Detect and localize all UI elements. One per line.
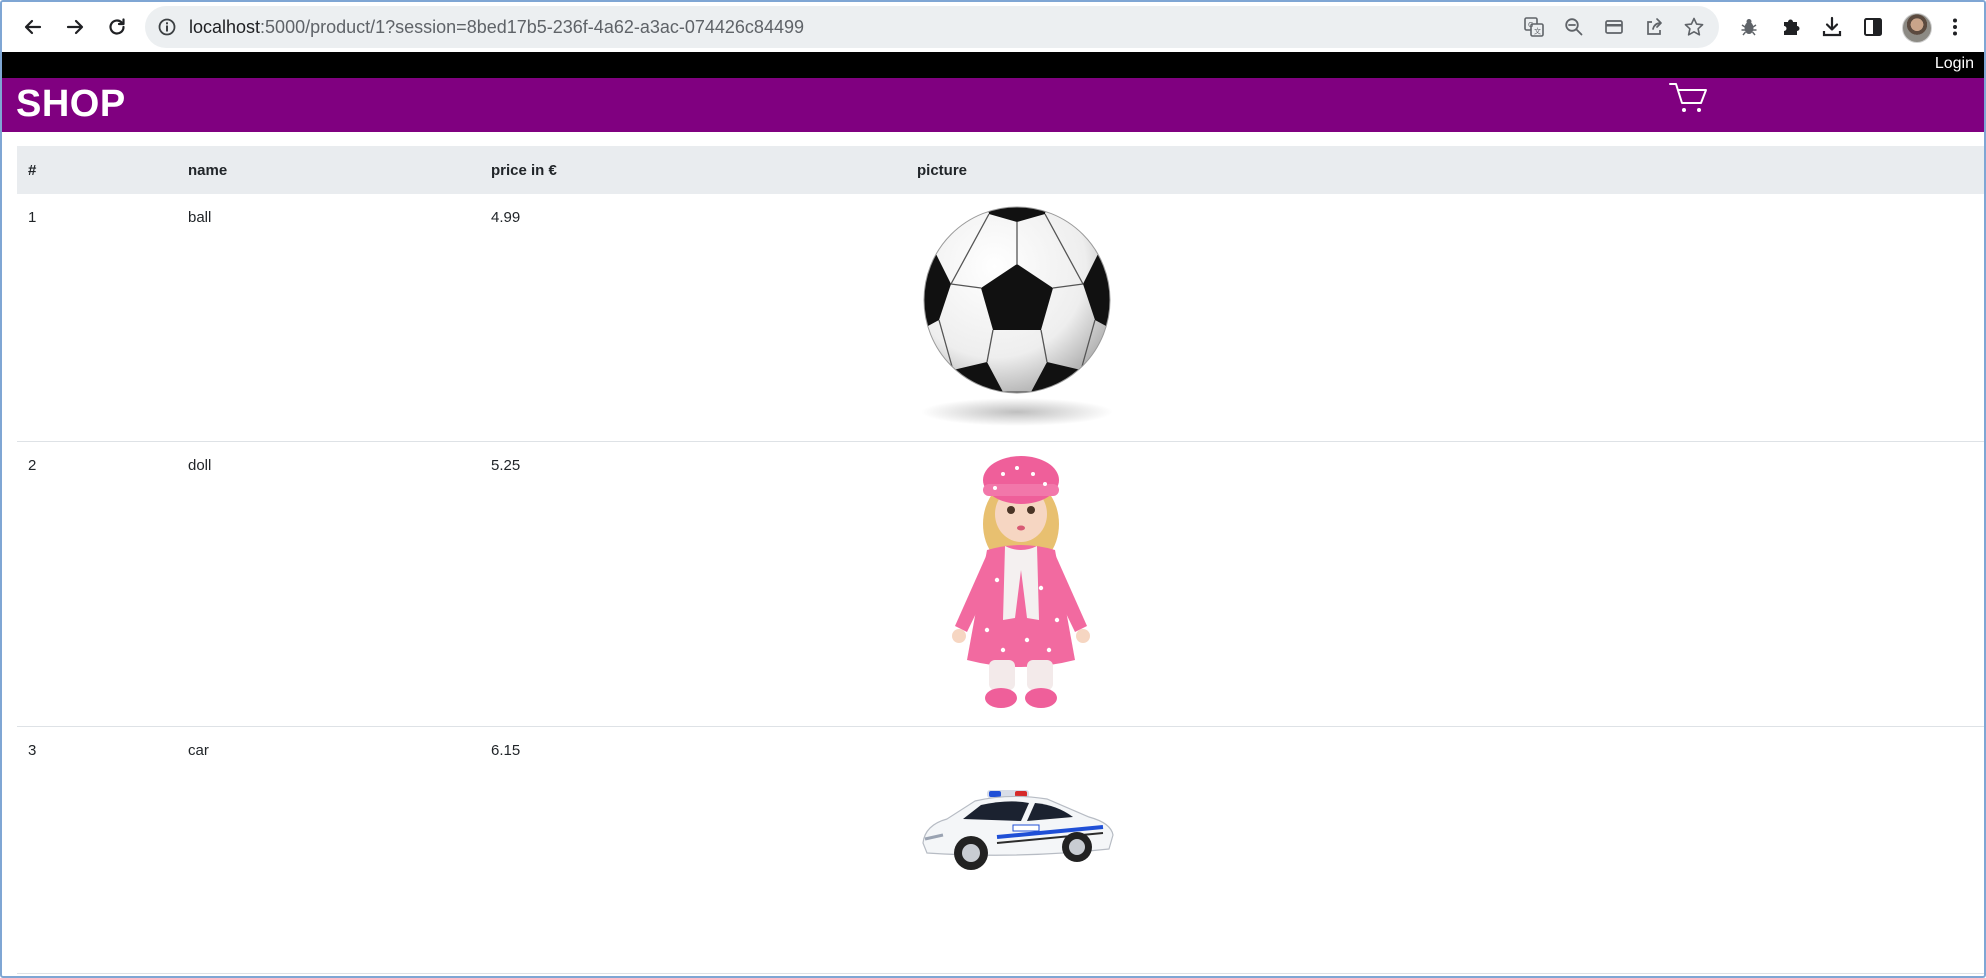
- police-car-image: [922, 789, 1114, 870]
- row-number: 3: [17, 726, 177, 974]
- table-row[interactable]: 1 ball 4.99: [17, 194, 1984, 442]
- row-name: doll: [177, 441, 480, 727]
- share-button[interactable]: [1643, 16, 1665, 38]
- header-name: name: [177, 146, 480, 194]
- card-icon: [1605, 20, 1623, 34]
- shop-title[interactable]: SHOP: [16, 83, 126, 126]
- row-price: 6.15: [480, 726, 906, 974]
- back-icon: [24, 19, 42, 35]
- zoom-out-icon: [1565, 18, 1583, 36]
- soccer-ball-image: [921, 206, 1113, 426]
- row-number: 2: [17, 441, 177, 727]
- star-icon: [1684, 17, 1704, 36]
- doll-image: [952, 455, 1090, 708]
- top-bar: Login: [2, 52, 1984, 78]
- row-picture: [906, 194, 1984, 442]
- browser-menu-button[interactable]: [1942, 14, 1968, 40]
- forward-button[interactable]: [59, 11, 91, 43]
- forward-icon: [66, 19, 84, 35]
- svg-text:文: 文: [1534, 27, 1541, 36]
- shop-header: SHOP: [2, 78, 1984, 132]
- side-panel-button[interactable]: [1860, 14, 1886, 40]
- row-name: ball: [177, 194, 480, 442]
- table-row[interactable]: 2 doll 5.25: [17, 441, 1984, 727]
- bookmark-button[interactable]: [1683, 16, 1705, 38]
- downloads-button[interactable]: [1819, 14, 1845, 40]
- header-number: #: [17, 146, 177, 194]
- url-path: :5000/product/1?session=8bed17b5-236f-4a…: [260, 17, 804, 37]
- reload-button[interactable]: [101, 11, 133, 43]
- url-host: localhost: [189, 17, 261, 37]
- extensions-icon: [1784, 19, 1800, 35]
- header-picture: picture: [906, 146, 1984, 194]
- products-table: # name price in € picture 1 ball 4.99 2 …: [17, 146, 1984, 974]
- back-button[interactable]: [17, 11, 49, 43]
- translate-button[interactable]: G文: [1523, 16, 1545, 38]
- row-number: 1: [17, 194, 177, 442]
- browser-toolbar: localhost:5000/product/1?session=8bed17b…: [2, 2, 1984, 52]
- row-picture: [906, 441, 1984, 727]
- download-icon: [1822, 16, 1842, 37]
- table-row[interactable]: 3 car 6.15: [17, 726, 1984, 974]
- info-icon[interactable]: [157, 17, 177, 37]
- row-name: car: [177, 726, 480, 974]
- extensions-button[interactable]: [1778, 14, 1804, 40]
- browser-window: localhost:5000/product/1?session=8bed17b…: [0, 0, 1986, 978]
- row-picture: [906, 726, 1984, 974]
- translate-icon: G文: [1524, 17, 1544, 37]
- payment-button[interactable]: [1603, 16, 1625, 38]
- share-icon: [1647, 18, 1662, 35]
- zoom-button[interactable]: [1563, 16, 1585, 38]
- extension-bug-button[interactable]: [1736, 14, 1762, 40]
- header-price: price in €: [480, 146, 906, 194]
- table-header-row: # name price in € picture: [17, 146, 1984, 194]
- login-link[interactable]: Login: [1935, 55, 1974, 73]
- svg-text:G: G: [1528, 21, 1533, 29]
- menu-icon: [1953, 18, 1957, 36]
- bug-icon: [1741, 19, 1757, 36]
- sidepanel-icon: [1864, 18, 1882, 36]
- cart-icon[interactable]: [1668, 80, 1710, 116]
- url-text[interactable]: localhost:5000/product/1?session=8bed17b…: [189, 6, 804, 48]
- avatar[interactable]: [1902, 13, 1932, 43]
- row-price: 5.25: [480, 441, 906, 727]
- reload-icon: [109, 18, 125, 35]
- address-bar[interactable]: localhost:5000/product/1?session=8bed17b…: [145, 6, 1719, 48]
- row-price: 4.99: [480, 194, 906, 442]
